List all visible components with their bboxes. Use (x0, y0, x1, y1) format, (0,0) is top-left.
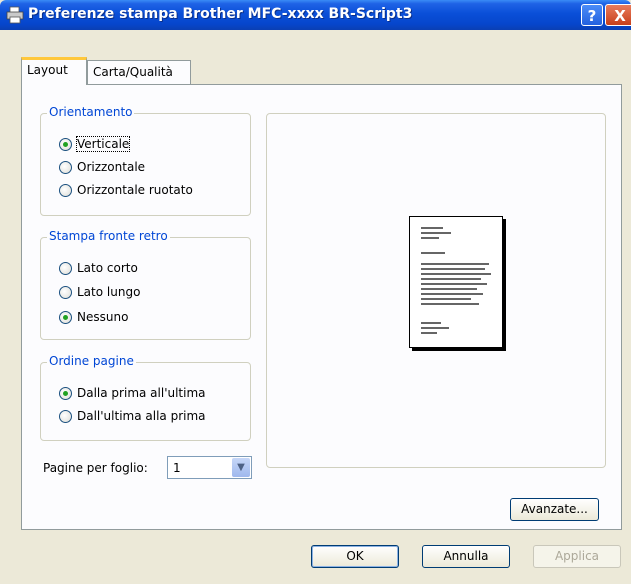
radio-portrait-label: Verticale (75, 136, 131, 152)
radio-rotated-landscape-button[interactable] (59, 183, 72, 197)
advanced-button[interactable]: Avanzate... (510, 498, 599, 521)
printer-icon (6, 6, 24, 24)
window-title: Preferenze stampa Brother MFC-xxxx BR-Sc… (28, 6, 413, 22)
radio-none[interactable]: Nessuno (59, 308, 128, 326)
radio-none-label: Nessuno (77, 310, 129, 324)
radio-long-edge-button[interactable] (59, 285, 72, 299)
tab-paper-quality-label: Carta/Qualità (93, 65, 173, 79)
radio-rotated-landscape-label: Orizzontale ruotato (77, 183, 193, 197)
duplex-group-title: Stampa fronte retro (47, 229, 170, 243)
radio-landscape-button[interactable] (59, 160, 72, 174)
title-bar[interactable]: Preferenze stampa Brother MFC-xxxx BR-Sc… (0, 0, 631, 30)
radio-first-to-last[interactable]: Dalla prima all'ultima (59, 384, 206, 402)
radio-short-edge-button[interactable] (59, 261, 72, 275)
orientation-group: Orientamento Verticale Orizzontale Orizz… (40, 105, 251, 216)
radio-last-to-first-label: Dall'ultima alla prima (77, 409, 206, 423)
help-button[interactable]: ? (581, 4, 603, 26)
cancel-button[interactable]: Annulla (422, 545, 510, 568)
apply-button[interactable]: Applica (533, 545, 621, 568)
duplex-group: Stampa fronte retro Lato corto Lato lung… (40, 229, 251, 340)
radio-short-edge-label: Lato corto (77, 261, 138, 275)
tab-paper-quality[interactable]: Carta/Qualità (87, 60, 191, 84)
radio-last-to-first[interactable]: Dall'ultima alla prima (59, 407, 206, 425)
radio-first-to-last-button[interactable] (59, 386, 72, 400)
pages-per-sheet-select[interactable]: 1 ▼ (167, 456, 252, 479)
radio-long-edge-label: Lato lungo (77, 285, 141, 299)
close-icon: X (614, 7, 626, 25)
layout-preview (266, 113, 606, 468)
orientation-group-title: Orientamento (47, 105, 135, 119)
tab-layout-label: Layout (27, 63, 68, 77)
pages-per-sheet-label: Pagine per foglio: (43, 461, 148, 475)
radio-landscape-label: Orizzontale (77, 160, 146, 174)
close-button[interactable]: X (605, 4, 631, 26)
page-order-group: Ordine pagine Dalla prima all'ultima Dal… (40, 354, 251, 441)
radio-first-to-last-label: Dalla prima all'ultima (77, 386, 206, 400)
pages-per-sheet-value: 1 (173, 461, 181, 475)
radio-rotated-landscape[interactable]: Orizzontale ruotato (59, 181, 193, 199)
ok-button[interactable]: OK (311, 545, 399, 568)
layout-panel: Orientamento Verticale Orizzontale Orizz… (21, 84, 622, 530)
chevron-down-icon[interactable]: ▼ (232, 458, 250, 477)
radio-portrait-button[interactable] (59, 137, 72, 151)
radio-landscape[interactable]: Orizzontale (59, 158, 145, 176)
radio-short-edge[interactable]: Lato corto (59, 259, 138, 277)
page-order-group-title: Ordine pagine (47, 354, 136, 368)
radio-none-button[interactable] (59, 310, 72, 324)
printing-preferences-dialog: Preferenze stampa Brother MFC-xxxx BR-Sc… (0, 0, 631, 584)
radio-last-to-first-button[interactable] (59, 409, 72, 423)
page-preview-icon (409, 216, 503, 348)
tab-layout[interactable]: Layout (21, 57, 87, 85)
radio-portrait[interactable]: Verticale (59, 135, 131, 153)
radio-long-edge[interactable]: Lato lungo (59, 283, 140, 301)
